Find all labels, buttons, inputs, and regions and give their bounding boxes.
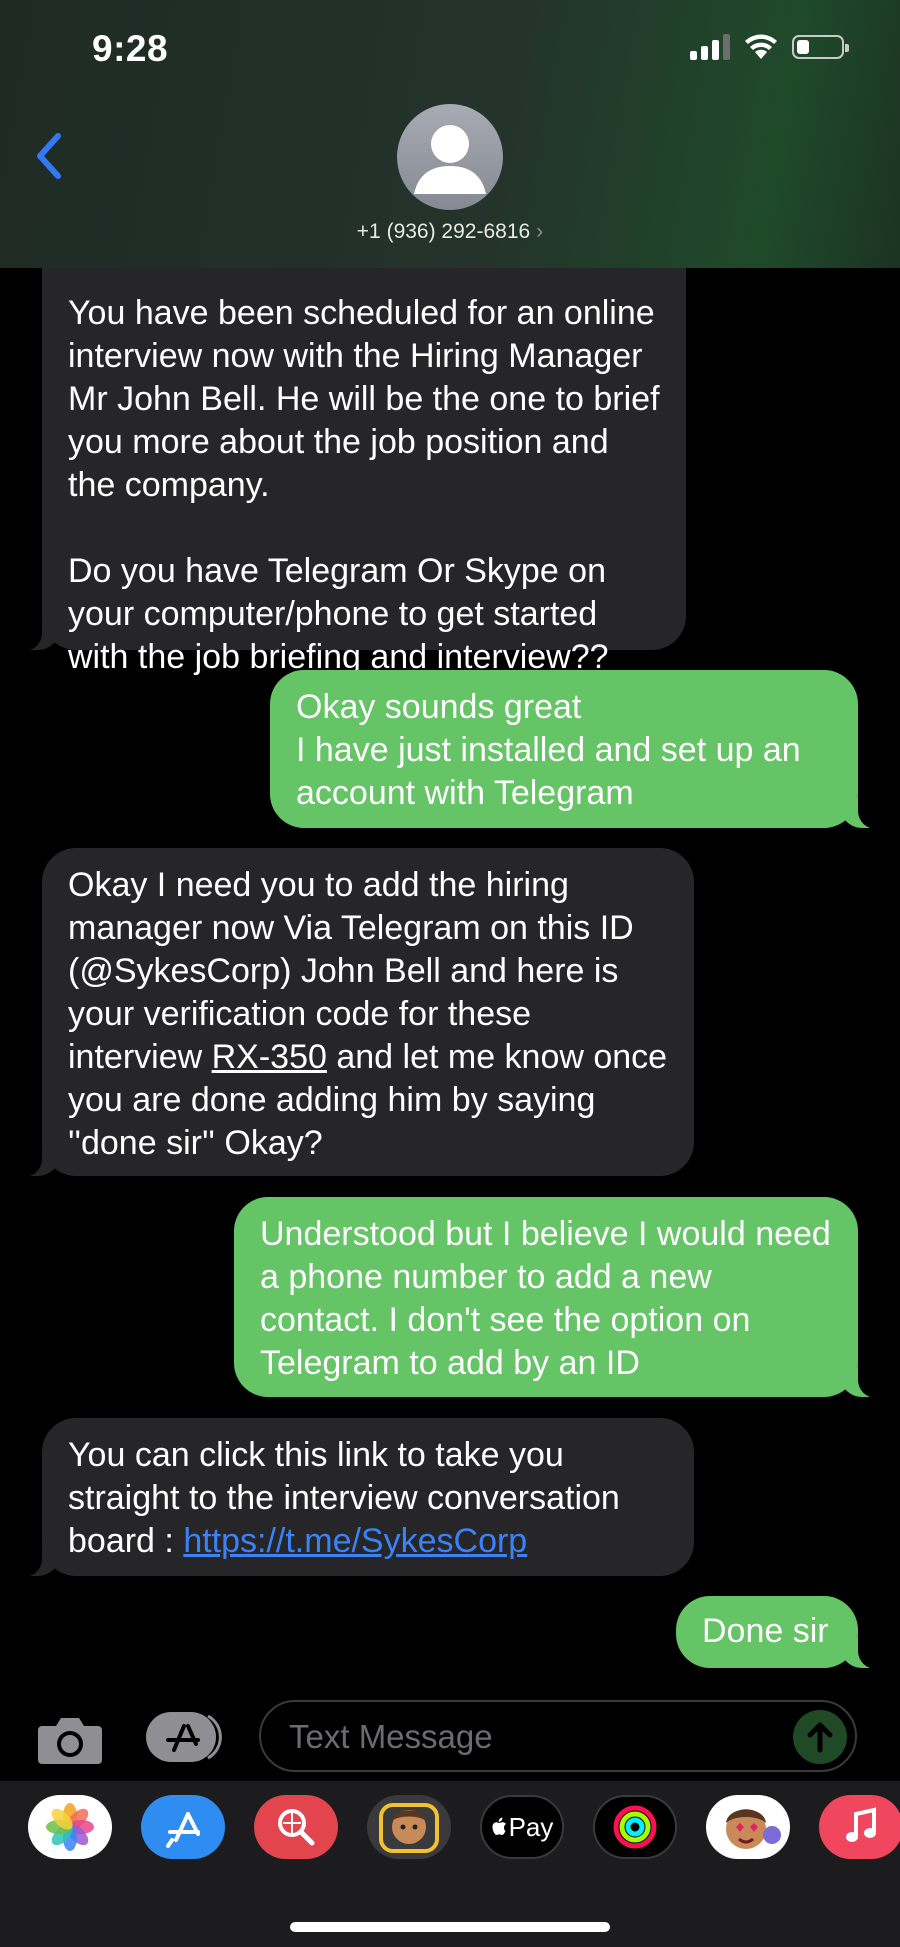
message-text: Understood but I believe I would need a … [260,1215,831,1382]
status-time: 9:28 [92,28,169,69]
stickers-icon[interactable] [706,1795,790,1859]
apple-logo-icon [492,1817,506,1835]
outgoing-message[interactable]: Okay sounds great I have just installed … [270,670,884,829]
outgoing-message[interactable]: Done sir [676,1596,884,1669]
fitness-icon[interactable] [593,1795,677,1859]
wifi-icon [745,34,777,59]
home-indicator[interactable] [290,1922,610,1932]
verification-code[interactable]: RX-350 [212,1038,327,1076]
message-paragraph: I have just installed and set up an acco… [296,731,801,812]
incoming-message[interactable]: Okay I need you to add the hiring manage… [16,848,694,1177]
contact-name-button[interactable]: +1 (936) 292-6816 › [0,220,900,244]
message-input-field[interactable] [259,1700,857,1772]
message-text: Done sir [702,1612,829,1650]
text-message-input[interactable] [287,1702,771,1772]
music-icon[interactable] [819,1795,900,1859]
telegram-link[interactable]: https://t.me/SykesCorp [183,1522,527,1560]
person-silhouette-icon [414,125,486,194]
contact-number: +1 (936) 292-6816 [356,220,531,243]
conversation-header: 9:28 +1 (936) 292-6816 › [0,0,900,268]
camera-icon[interactable] [36,1714,104,1766]
message-paragraph: Okay sounds great [296,688,582,726]
message-paragraph: You have been scheduled for an online in… [68,294,660,504]
back-chevron-icon[interactable] [30,128,70,184]
outgoing-message[interactable]: Understood but I believe I would need a … [234,1197,884,1398]
incoming-message[interactable]: You have been scheduled for an online in… [16,236,686,676]
incoming-message[interactable]: You can click this link to take you stra… [16,1418,694,1577]
apple-pay-label: Pay [508,1811,554,1842]
chevron-right-icon: › [536,220,544,243]
memoji-icon[interactable] [367,1795,451,1859]
send-button[interactable] [793,1710,847,1764]
photos-icon[interactable] [28,1795,112,1859]
message-paragraph: Do you have Telegram Or Skype on your co… [68,552,609,676]
battery-icon [792,35,849,59]
web-search-icon[interactable] [254,1795,338,1859]
status-icons [690,34,849,60]
arrow-up-icon [807,1722,833,1753]
app-store-button-icon[interactable] [146,1710,224,1764]
app-store-icon[interactable] [141,1795,225,1859]
cellular-signal-icon [690,34,730,60]
apple-pay-icon[interactable]: Pay [480,1795,564,1859]
contact-avatar[interactable] [397,104,503,210]
